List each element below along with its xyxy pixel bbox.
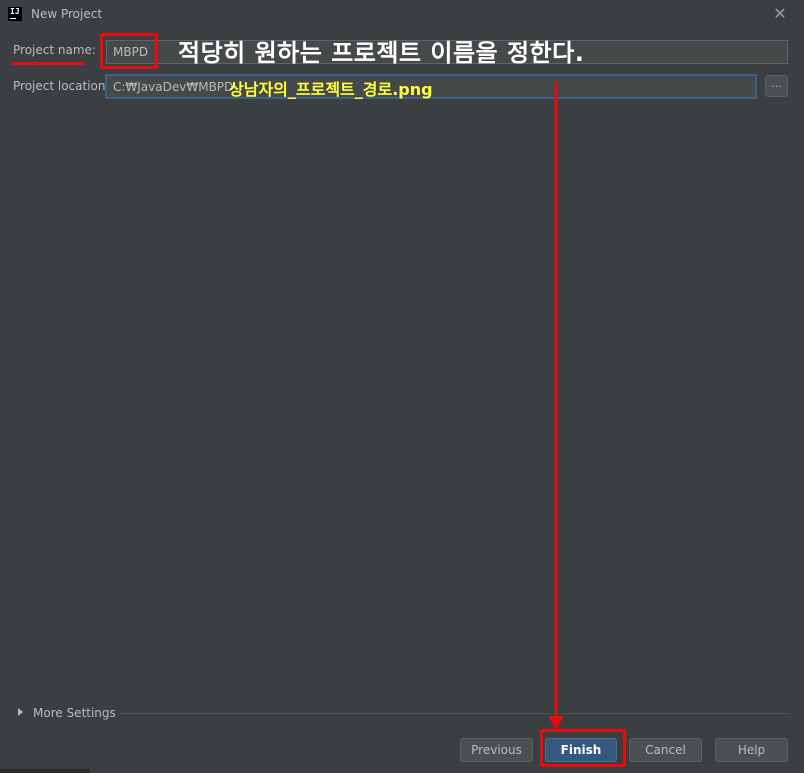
more-settings-label: More Settings [33, 706, 116, 720]
annotation-arrow [548, 82, 564, 730]
more-settings-toggle[interactable]: More Settings [18, 706, 116, 720]
expand-triangle-icon [18, 708, 23, 716]
bottom-strip [0, 769, 90, 773]
help-button[interactable]: Help [715, 738, 788, 762]
previous-button[interactable]: Previous [460, 738, 533, 762]
cancel-button[interactable]: Cancel [629, 738, 702, 762]
divider [118, 713, 790, 714]
highlight-box-finish [540, 729, 626, 767]
